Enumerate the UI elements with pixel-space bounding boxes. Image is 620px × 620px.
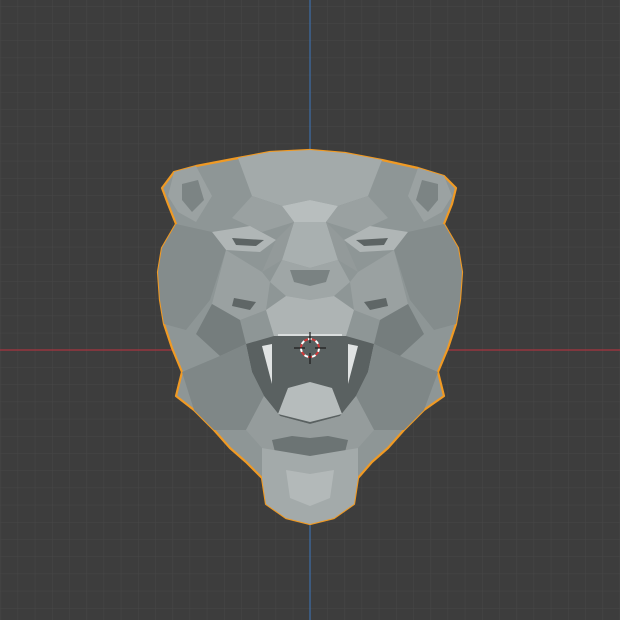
3d-viewport[interactable] (0, 0, 620, 620)
